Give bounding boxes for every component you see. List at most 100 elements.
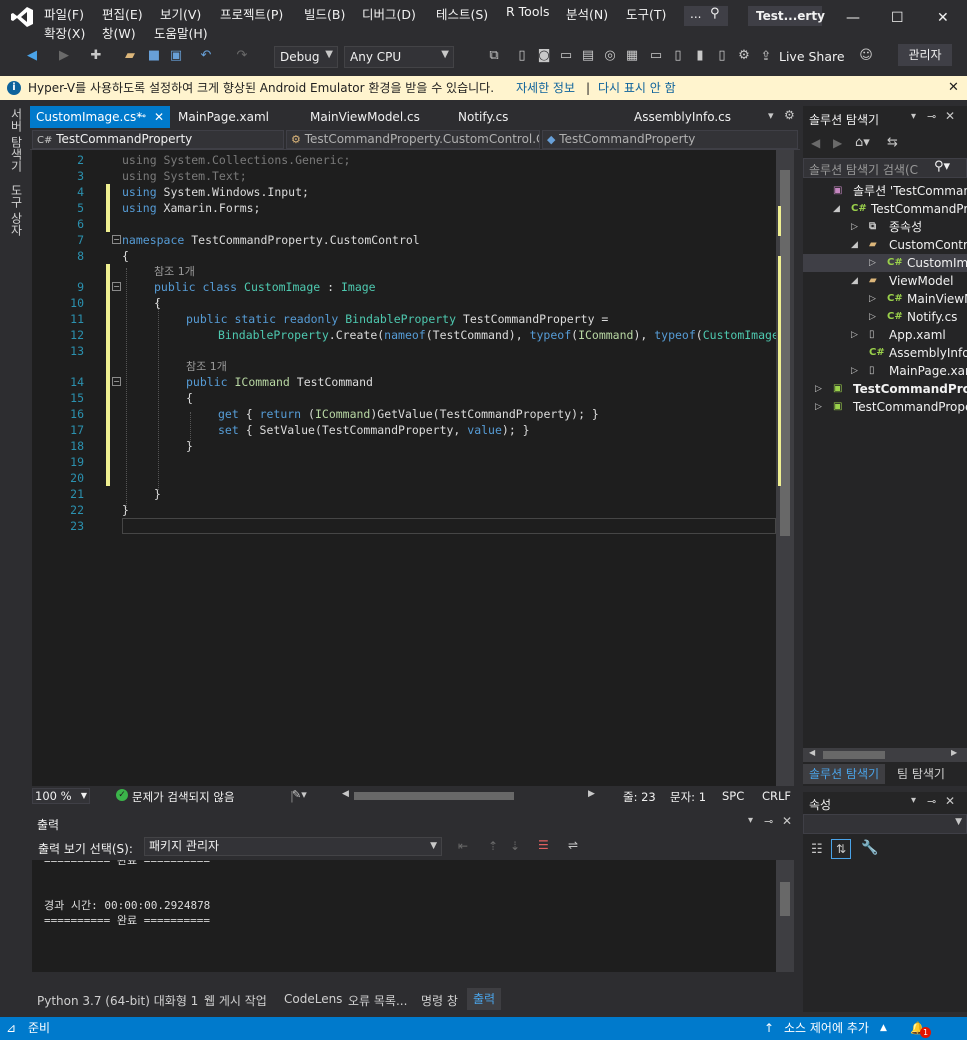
expand-arrow-icon[interactable]: ▷ [869,254,876,272]
scrollbar-thumb[interactable] [780,170,790,536]
tree-item[interactable]: ▷ ⧉ 종속성 [803,218,967,236]
open-folder-icon[interactable]: ▰ [122,48,138,64]
code-editor[interactable]: 2 3 4 5 6 7 8 9 10 11 12 13 14 15 16 17 18 19 20 21 22 23 − −… [32,150,776,786]
live-share-button[interactable]: Live Share [779,49,845,64]
tab-codelens[interactable]: CodeLens [284,992,342,1006]
tab-error-list[interactable]: 오류 목록... [348,992,407,1009]
menu-project[interactable]: 프로젝트(P) [220,4,283,23]
save-all-icon[interactable]: ▣ [168,48,184,64]
expand-arrow-icon[interactable]: ◢ [833,200,840,218]
infobar-close-icon[interactable]: ✕ [948,76,959,100]
home-icon[interactable]: ⌂▾ [855,135,870,150]
menu-view[interactable]: 보기(V) [160,4,201,23]
config-select[interactable]: Debug ▼ [274,46,338,68]
pin-icon[interactable]: ⊸ [138,106,146,128]
properties-object-select[interactable]: ▼ [803,814,967,834]
scrollbar-thumb[interactable] [823,751,885,759]
alphabetical-icon[interactable]: ⇅ [831,839,851,859]
tab-command-window[interactable]: 명령 창 [421,992,458,1009]
tab-overflow-icon[interactable]: ▾ [768,109,774,122]
more-info-link[interactable]: 자세한 정보 [516,76,575,100]
expand-arrow-icon[interactable]: ▷ [815,398,822,416]
close-icon[interactable]: ✕ [782,814,792,828]
tree-item[interactable]: ▷ ▣ TestCommandProp [803,380,967,398]
attach-icon[interactable]: ⧉ [486,48,502,64]
issues-status[interactable]: 문제가 검색되지 않음 [132,789,235,805]
find-message-icon[interactable]: ⇤ [458,839,468,853]
tree-item[interactable]: ▷ ▣ TestCommandPrope [803,398,967,416]
codelens-references[interactable]: 참조 1개 [186,359,227,375]
expand-arrow-icon[interactable]: ◢ [851,236,858,254]
tree-item[interactable]: C# AssemblyInfo.cs [803,344,967,362]
menu-r-tools[interactable]: R Tools [506,4,549,19]
solution-horizontal-scrollbar[interactable]: ◀ ▶ [803,748,967,762]
dont-show-again-link[interactable]: 다시 표시 안 함 [598,76,676,100]
word-wrap-icon[interactable]: ⇌ [568,838,578,852]
tree-item[interactable]: ▷ C# CustomImag [803,254,967,272]
tab-mainpage[interactable]: MainPage.xaml [172,106,275,128]
platform-select[interactable]: Any CPU ▼ [344,46,454,68]
pin-icon[interactable]: ⊸ [927,110,936,123]
brush-icon[interactable]: ✎▾ [292,788,307,801]
device-icon[interactable]: ▯ [670,48,686,64]
tab-solution-explorer[interactable]: 솔루션 탐색기 [803,764,886,784]
tree-item[interactable]: ◢ ▰ ViewModel [803,272,967,290]
collapse-icon[interactable]: − [112,282,121,291]
tree-item[interactable]: ▷ ▯ MainPage.xaml [803,362,967,380]
search-box[interactable]: ... ⚲ [684,6,728,26]
member-dropdown[interactable]: ◆ TestCommandProperty [542,130,798,149]
camera-icon[interactable]: ◙ [536,48,552,64]
solution-search-box[interactable]: 솔루션 탐색기 검색(C ⚲▾ [803,158,967,178]
back-icon[interactable]: ◀ [811,136,820,150]
settings-device-icon[interactable]: ⚙ [736,48,752,64]
collapse-icon[interactable]: − [112,377,121,386]
collapse-icon[interactable]: − [112,235,121,244]
expand-arrow-icon[interactable]: ▷ [869,290,876,308]
project-dropdown[interactable]: C# TestCommandProperty [32,130,284,149]
tree-item[interactable]: ◢ ▰ CustomControl [803,236,967,254]
new-project-icon[interactable]: ✚ [88,48,104,64]
menu-debug[interactable]: 디버그(D) [362,4,416,23]
tab-python-interactive[interactable]: Python 3.7 (64-bit) 대화형 1 [37,992,198,1009]
globe-icon[interactable]: ◎ [602,48,618,64]
sync-icon[interactable]: ⇆ [887,135,898,150]
output-source-select[interactable]: 패키지 관리자 ▼ [144,837,442,856]
expand-arrow-icon[interactable]: ▷ [815,380,822,398]
menu-help[interactable]: 도움말(H) [154,23,208,42]
panel-menu-icon[interactable]: ▾ [911,795,916,806]
class-dropdown[interactable]: ⚙ TestCommandProperty.CustomControl.C [286,130,540,149]
editor-vertical-scrollbar[interactable] [776,150,794,786]
tab-team-explorer[interactable]: 팀 탐색기 [897,764,945,784]
close-button[interactable]: ✕ [937,10,949,26]
expand-arrow-icon[interactable]: ◢ [851,272,858,290]
menu-test[interactable]: 테스트(S) [436,4,488,23]
close-icon[interactable]: ✕ [154,106,164,128]
menu-edit[interactable]: 편집(E) [102,4,143,23]
tree-item[interactable]: ▷ C# MainViewMo [803,290,967,308]
output-text[interactable]: ========== 완료 ========== 경과 시간: 00:00:00… [32,860,776,972]
back-icon[interactable]: ◀ [24,48,40,64]
menu-extensions[interactable]: 확장(X) [44,23,85,42]
panel-menu-icon[interactable]: ▾ [748,815,753,826]
minimize-button[interactable]: — [846,10,860,26]
menu-analyze[interactable]: 분석(N) [566,4,608,23]
save-icon[interactable]: ■ [146,48,162,64]
phone-icon[interactable]: ▯ [714,48,730,64]
expand-arrow-icon[interactable]: ▷ [851,218,858,236]
image-icon[interactable]: ▤ [580,48,596,64]
menu-build[interactable]: 빌드(B) [304,4,345,23]
scroll-left-icon[interactable]: ◀ [809,748,815,757]
panel-menu-icon[interactable]: ▾ [911,111,916,122]
forward-icon[interactable]: ▶ [833,136,842,150]
scroll-right-icon[interactable]: ▶ [951,748,957,757]
feedback-icon[interactable]: ☺ [858,48,874,64]
zoom-select[interactable]: 100 % ▼ [32,788,90,804]
menu-file[interactable]: 파일(F) [44,4,84,23]
account-button[interactable]: 관리자 [898,44,952,66]
toolbox-tab[interactable]: 도구 상자 [8,184,25,236]
tab-customimage[interactable]: CustomImage.cs* ⊸ ✕ [30,106,170,128]
maximize-button[interactable]: ☐ [891,10,904,26]
expand-arrow-icon[interactable]: ▷ [851,362,858,380]
scrollbar-thumb[interactable] [780,882,790,916]
tab-notify[interactable]: Notify.cs [452,106,514,128]
